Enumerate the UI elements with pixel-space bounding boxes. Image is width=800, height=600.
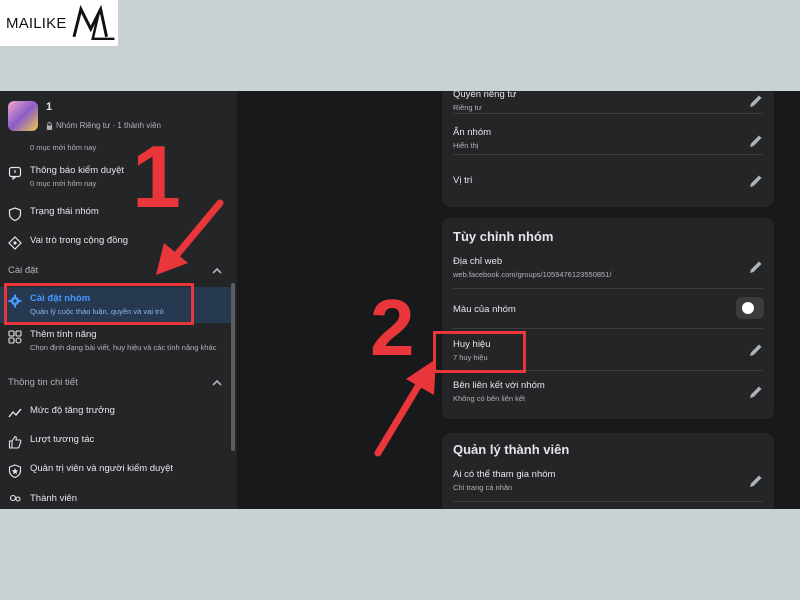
sidebar-item-growth[interactable]: Mức độ tăng trưởng — [8, 405, 232, 420]
sidebar-item-sub: Chọn định dạng bài viết, huy hiệu và các… — [30, 343, 217, 352]
setting-row-location[interactable]: Vị trí — [453, 175, 763, 186]
setting-row-title: Quyền riêng tư — [453, 91, 517, 100]
sidebar-item-sub: 0 mục mới hôm nay — [30, 179, 97, 188]
section-details-label: Thông tin chi tiết — [8, 377, 78, 388]
members-icon — [9, 494, 21, 502]
setting-row-sub: Chỉ trang cá nhân — [453, 483, 513, 492]
sidebar-item-label: Mức độ tăng trưởng — [30, 405, 115, 416]
divider — [453, 154, 763, 155]
sidebar-scrollbar[interactable] — [231, 283, 235, 451]
shield-icon — [8, 207, 22, 221]
card-heading: Tùy chỉnh nhóm — [453, 229, 554, 244]
setting-row-hide-group[interactable]: Ẩn nhóm Hiển thị — [453, 127, 763, 150]
setting-row-privacy[interactable]: Quyền riêng tư Riêng tư — [453, 91, 763, 112]
setting-row-title: Ai có thể tham gia nhóm — [453, 469, 556, 480]
pencil-icon[interactable] — [748, 93, 764, 109]
setting-row-group-color[interactable]: Màu của nhóm — [453, 304, 763, 315]
moderation-alert-icon — [8, 166, 22, 180]
group-name: 1 — [46, 101, 53, 113]
setting-row-title: Bên liên kết với nhóm — [453, 380, 545, 391]
sidebar-item-members[interactable]: Thành viên — [8, 493, 232, 508]
setting-row-title: Vị trí — [453, 175, 473, 186]
pencil-icon[interactable] — [748, 133, 764, 149]
divider — [453, 113, 763, 114]
divider — [453, 501, 763, 502]
section-details-header[interactable]: Thông tin chi tiết — [8, 377, 222, 388]
arrow-icon — [374, 359, 436, 457]
sidebar-item-engagement[interactable]: Lượt tương tác — [8, 434, 232, 449]
pencil-icon[interactable] — [748, 473, 764, 489]
arrow-icon — [156, 199, 224, 275]
lock-icon — [46, 121, 53, 130]
divider — [453, 288, 763, 289]
sidebar-item-label: Quản trị viên và người kiểm duyệt — [30, 463, 174, 474]
pencil-icon[interactable] — [748, 259, 764, 275]
truncated-item-sub: 0 mục mới hôm nay — [30, 143, 97, 152]
section-settings-label: Cài đặt — [8, 265, 39, 276]
features-grid-icon — [8, 330, 22, 344]
sidebar-item-label: Thông báo kiểm duyệt — [30, 165, 125, 176]
pencil-icon[interactable] — [748, 173, 764, 189]
sidebar-item-label: Thành viên — [30, 493, 78, 504]
setting-row-sub: Riêng tư — [453, 103, 482, 112]
setting-row-sub: Hiển thị — [453, 141, 479, 150]
sidebar-item-label: Lượt tương tác — [30, 434, 95, 445]
diamond-icon — [8, 236, 22, 250]
pencil-icon[interactable] — [748, 342, 764, 358]
sidebar-item-label: Thêm tính năng — [30, 329, 97, 340]
sidebar-item-admins[interactable]: Quản trị viên và người kiểm duyệt — [8, 463, 232, 478]
sidebar-item-moderation-alerts[interactable]: Thông báo kiểm duyệt 0 mục mới hôm nay — [8, 165, 232, 189]
privacy-card: Quyền riêng tư Riêng tư Ẩn nhóm Hiển thị… — [442, 91, 774, 207]
sidebar-item-label: Trạng thái nhóm — [30, 206, 99, 217]
setting-row-who-can-join[interactable]: Ai có thể tham gia nhóm Chỉ trang cá nhâ… — [453, 469, 763, 492]
brand-monogram-icon — [72, 4, 115, 41]
growth-icon — [8, 408, 22, 418]
group-avatar — [8, 101, 38, 131]
pencil-icon[interactable] — [748, 384, 764, 400]
setting-row-sub: Không có bên liên kết — [453, 394, 526, 403]
setting-row-title: Ẩn nhóm — [453, 127, 492, 138]
group-color-toggle[interactable] — [736, 297, 764, 319]
sidebar-item-add-features[interactable]: Thêm tính năng Chọn định dạng bài viết, … — [8, 329, 232, 353]
admin-badge-icon — [8, 464, 22, 478]
divider — [453, 328, 763, 329]
thumbs-up-icon — [8, 435, 22, 449]
setting-row-linked-parties[interactable]: Bên liên kết với nhóm Không có bên liên … — [453, 380, 763, 403]
brand-name: MAILIKE — [6, 14, 67, 32]
sidebar-item-label: Vai trò trong cộng đồng — [30, 235, 129, 246]
highlight-box-group-settings — [4, 283, 194, 325]
setting-row-sub: web.facebook.com/groups/1059476123550851… — [453, 270, 612, 279]
chevron-up-icon — [212, 379, 222, 386]
manage-members-card: Quản lý thành viên Ai có thể tham gia nh… — [442, 433, 774, 509]
customize-group-card: Tùy chỉnh nhóm Địa chỉ web web.facebook.… — [442, 218, 774, 419]
setting-row-title: Địa chỉ web — [453, 256, 503, 267]
brand-logo: MAILIKE — [0, 0, 118, 46]
card-heading: Quản lý thành viên — [453, 442, 570, 457]
setting-row-title: Màu của nhóm — [453, 304, 516, 315]
setting-row-web-address[interactable]: Địa chỉ web web.facebook.com/groups/1059… — [453, 256, 763, 279]
